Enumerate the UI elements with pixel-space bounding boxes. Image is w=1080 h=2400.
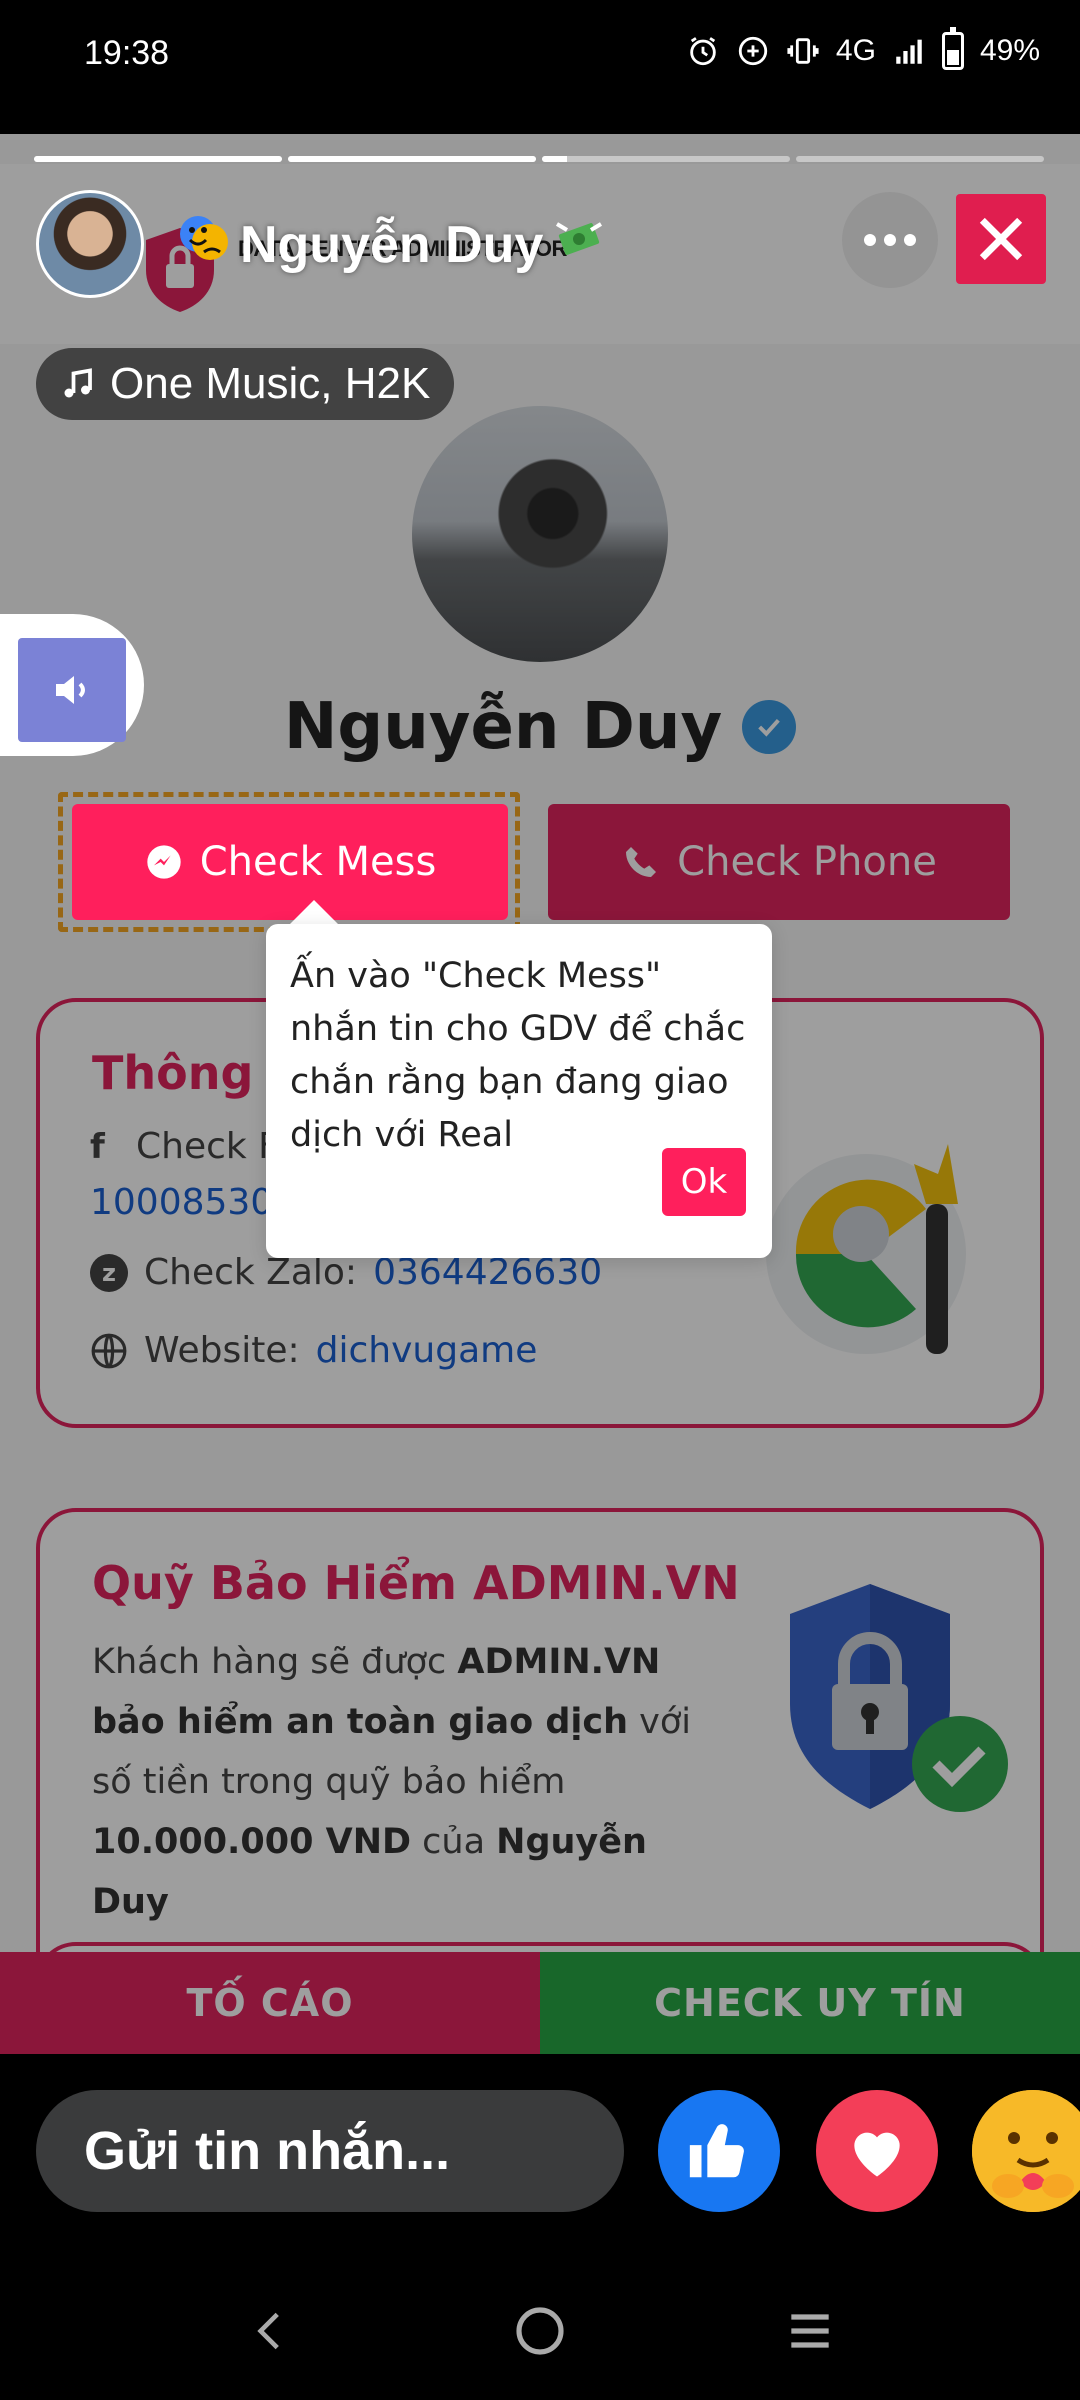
onboarding-tooltip: Ấn vào "Check Mess" nhắn tin cho GDV để … xyxy=(266,924,772,1258)
website-link[interactable]: dichvugame xyxy=(316,1330,538,1371)
status-bar: 19:38 4G 49% xyxy=(0,0,1080,134)
profile-photo xyxy=(412,406,668,662)
tooltip-ok-button[interactable]: Ok xyxy=(662,1148,746,1216)
check-phone-button[interactable]: Check Phone xyxy=(548,804,1010,920)
bottom-action-bar: TỐ CÁO CHECK UY TÍN xyxy=(0,1952,1080,2054)
progress-segment xyxy=(34,156,282,162)
insurance-title: Quỹ Bảo Hiểm ADMIN.VN xyxy=(92,1556,740,1610)
close-icon xyxy=(979,217,1023,261)
tooltip-text: Ấn vào "Check Mess" nhắn tin cho GDV để … xyxy=(290,956,746,1155)
messenger-icon xyxy=(147,845,181,879)
profile-name: Nguyễn Duy xyxy=(0,690,1080,764)
heart-icon xyxy=(854,2132,900,2177)
back-icon xyxy=(257,2312,279,2350)
alarm-icon xyxy=(686,34,720,68)
data-saver-icon xyxy=(736,34,770,68)
volume-button[interactable] xyxy=(18,638,126,742)
story-author[interactable]: Nguyễn Duy xyxy=(176,210,607,279)
thumbs-up-icon xyxy=(689,2124,744,2178)
zalo-label: Check Zalo: xyxy=(144,1252,358,1293)
insurance-description: Khách hàng sẽ được ADMIN.VN bảo hiểm an … xyxy=(92,1642,692,1922)
story-progress xyxy=(34,156,1044,162)
story-author-avatar[interactable] xyxy=(36,190,144,298)
progress-fill xyxy=(288,156,536,162)
reply-bar: Gửi tin nhắn... xyxy=(0,2054,1080,2254)
progress-fill xyxy=(542,156,567,162)
facebook-id-row: 10008530 xyxy=(90,1182,273,1223)
speaker-icon xyxy=(56,676,85,704)
facebook-label: Check F xyxy=(136,1126,279,1167)
check-phone-label: Check Phone xyxy=(677,839,937,885)
system-nav-bar xyxy=(0,2254,1080,2400)
close-button[interactable] xyxy=(956,194,1046,284)
insurance-shield-illustration xyxy=(790,1584,1008,1812)
dot-icon xyxy=(864,234,876,246)
music-note-icon xyxy=(64,368,92,398)
nav-recents-button[interactable] xyxy=(775,2296,845,2366)
story-viewer[interactable]: DATA CENTER ADMINISTRATOR Nguyễn Duy Che… xyxy=(0,134,1080,2054)
theater-masks-icon xyxy=(176,210,232,279)
zalo-link[interactable]: 0364426630 xyxy=(373,1252,602,1293)
website-row: Website: dichvugame xyxy=(90,1330,537,1371)
hug-face-icon xyxy=(972,2090,1080,2212)
report-button[interactable]: TỐ CÁO xyxy=(0,1952,540,2054)
facebook-link[interactable]: 10008530 xyxy=(90,1182,273,1223)
zalo-row: z Check Zalo: 0364426630 xyxy=(90,1252,602,1293)
nav-home-button[interactable] xyxy=(505,2296,575,2366)
music-title: One Music, H2K xyxy=(110,359,431,408)
facebook-row: f Check F xyxy=(90,1126,279,1167)
network-type: 4G xyxy=(835,34,876,67)
menu-icon xyxy=(791,2314,829,2348)
globe-icon xyxy=(91,1333,127,1368)
website-label: Website: xyxy=(144,1330,300,1371)
status-icons: 4G 49% xyxy=(686,27,1040,70)
home-icon xyxy=(516,2307,564,2355)
battery-icon xyxy=(941,27,964,70)
zalo-icon: z xyxy=(90,1253,128,1292)
dot-icon xyxy=(884,234,896,246)
more-options-button[interactable] xyxy=(842,192,938,288)
progress-segment xyxy=(796,156,1044,162)
verified-icon xyxy=(742,700,797,754)
story-author-name: Nguyễn Duy xyxy=(240,215,544,274)
check-reputation-button[interactable]: CHECK UY TÍN xyxy=(540,1952,1080,2054)
dot-icon xyxy=(904,234,916,246)
person-brush-illustration xyxy=(766,1144,966,1354)
like-reaction-button[interactable] xyxy=(658,2090,780,2212)
signal-icon xyxy=(892,34,926,68)
reply-input[interactable]: Gửi tin nhắn... xyxy=(36,2090,624,2212)
nav-back-button[interactable] xyxy=(236,2296,306,2366)
vibrate-icon xyxy=(786,34,820,68)
battery-percent: 49% xyxy=(979,34,1040,67)
status-time: 19:38 xyxy=(84,34,170,72)
check-mess-label: Check Mess xyxy=(199,839,437,885)
tooltip-arrow xyxy=(288,900,340,926)
money-wings-icon xyxy=(551,210,607,279)
profile-name-text: Nguyễn Duy xyxy=(283,690,723,764)
music-badge[interactable]: One Music, H2K xyxy=(36,348,455,420)
progress-fill xyxy=(34,156,282,162)
care-reaction-button[interactable] xyxy=(972,2090,1080,2212)
progress-segment xyxy=(288,156,536,162)
facebook-icon: f xyxy=(90,1126,105,1167)
progress-segment xyxy=(542,156,790,162)
phone-icon xyxy=(626,847,657,877)
love-reaction-button[interactable] xyxy=(816,2090,938,2212)
